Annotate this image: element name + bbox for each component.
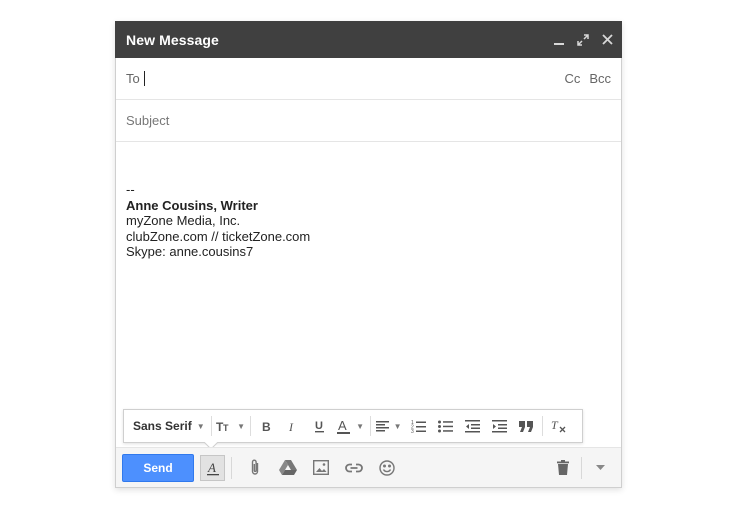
subject-field[interactable]: Subject — [116, 100, 621, 142]
bulleted-list-button[interactable] — [432, 409, 459, 443]
chevron-down-icon: ▼ — [393, 421, 402, 431]
font-size-button[interactable]: TT ▼ — [214, 409, 248, 443]
compose-window: New Message To Cc Bcc Subject -- Anne Co… — [115, 21, 622, 488]
font-family-select[interactable]: Sans Serif ▼ — [124, 409, 209, 443]
chevron-down-icon: ▼ — [356, 421, 365, 431]
insert-link-icon[interactable] — [337, 448, 370, 488]
insert-photo-icon[interactable] — [304, 448, 337, 488]
google-drive-icon[interactable] — [271, 448, 304, 488]
subject-placeholder: Subject — [126, 113, 170, 128]
signature-skype: Skype: anne.cousins7 — [126, 244, 254, 259]
indent-less-button[interactable] — [459, 409, 486, 443]
svg-text:T: T — [223, 423, 229, 432]
insert-emoji-icon[interactable] — [370, 448, 403, 488]
signature-separator: -- — [126, 182, 135, 197]
text-color-button[interactable]: A ▼ — [334, 409, 368, 443]
close-icon[interactable] — [595, 21, 619, 58]
numbered-list-button[interactable]: 123 — [405, 409, 432, 443]
chevron-down-icon: ▼ — [237, 421, 246, 431]
chevron-down-icon: ▼ — [196, 421, 205, 431]
underline-button[interactable]: U — [307, 409, 334, 443]
bold-button[interactable]: B — [253, 409, 280, 443]
attach-file-icon[interactable] — [238, 448, 271, 488]
svg-text:A: A — [207, 460, 216, 475]
minimize-icon[interactable] — [547, 21, 571, 58]
to-label: To — [126, 71, 140, 86]
align-button[interactable]: ▼ — [373, 409, 405, 443]
compose-actions-bar: Send A — [116, 447, 621, 487]
svg-text:3: 3 — [411, 429, 414, 433]
formatting-toolbar: Sans Serif ▼ TT ▼ B I U A ▼ ▼ 123 T — [123, 409, 583, 443]
send-button[interactable]: Send — [122, 453, 194, 482]
signature-company: myZone Media, Inc. — [126, 213, 241, 228]
window-title: New Message — [126, 31, 219, 48]
to-field[interactable]: To Cc Bcc — [116, 58, 621, 100]
quote-button[interactable] — [513, 409, 540, 443]
bcc-link[interactable]: Bcc — [589, 71, 611, 86]
compose-titlebar[interactable]: New Message — [115, 21, 622, 58]
svg-text:U: U — [315, 420, 323, 432]
svg-text:I: I — [288, 420, 294, 432]
indent-more-button[interactable] — [486, 409, 513, 443]
svg-text:A: A — [338, 419, 347, 433]
trash-icon[interactable] — [546, 448, 579, 488]
svg-text:B: B — [262, 420, 271, 432]
remove-formatting-button[interactable]: T — [545, 409, 572, 443]
svg-text:T: T — [551, 419, 559, 432]
more-options-icon[interactable] — [584, 448, 617, 488]
formatting-options-toggle[interactable]: A — [200, 454, 225, 481]
expand-icon[interactable] — [571, 21, 595, 58]
italic-button[interactable]: I — [280, 409, 307, 443]
cc-link[interactable]: Cc — [564, 71, 580, 86]
font-family-value: Sans Serif — [133, 419, 192, 433]
message-body[interactable]: -- Anne Cousins, Writer myZone Media, In… — [126, 182, 310, 260]
signature-name: Anne Cousins, Writer — [126, 197, 258, 213]
text-cursor — [143, 71, 145, 86]
signature-sites: clubZone.com // ticketZone.com — [126, 228, 311, 244]
